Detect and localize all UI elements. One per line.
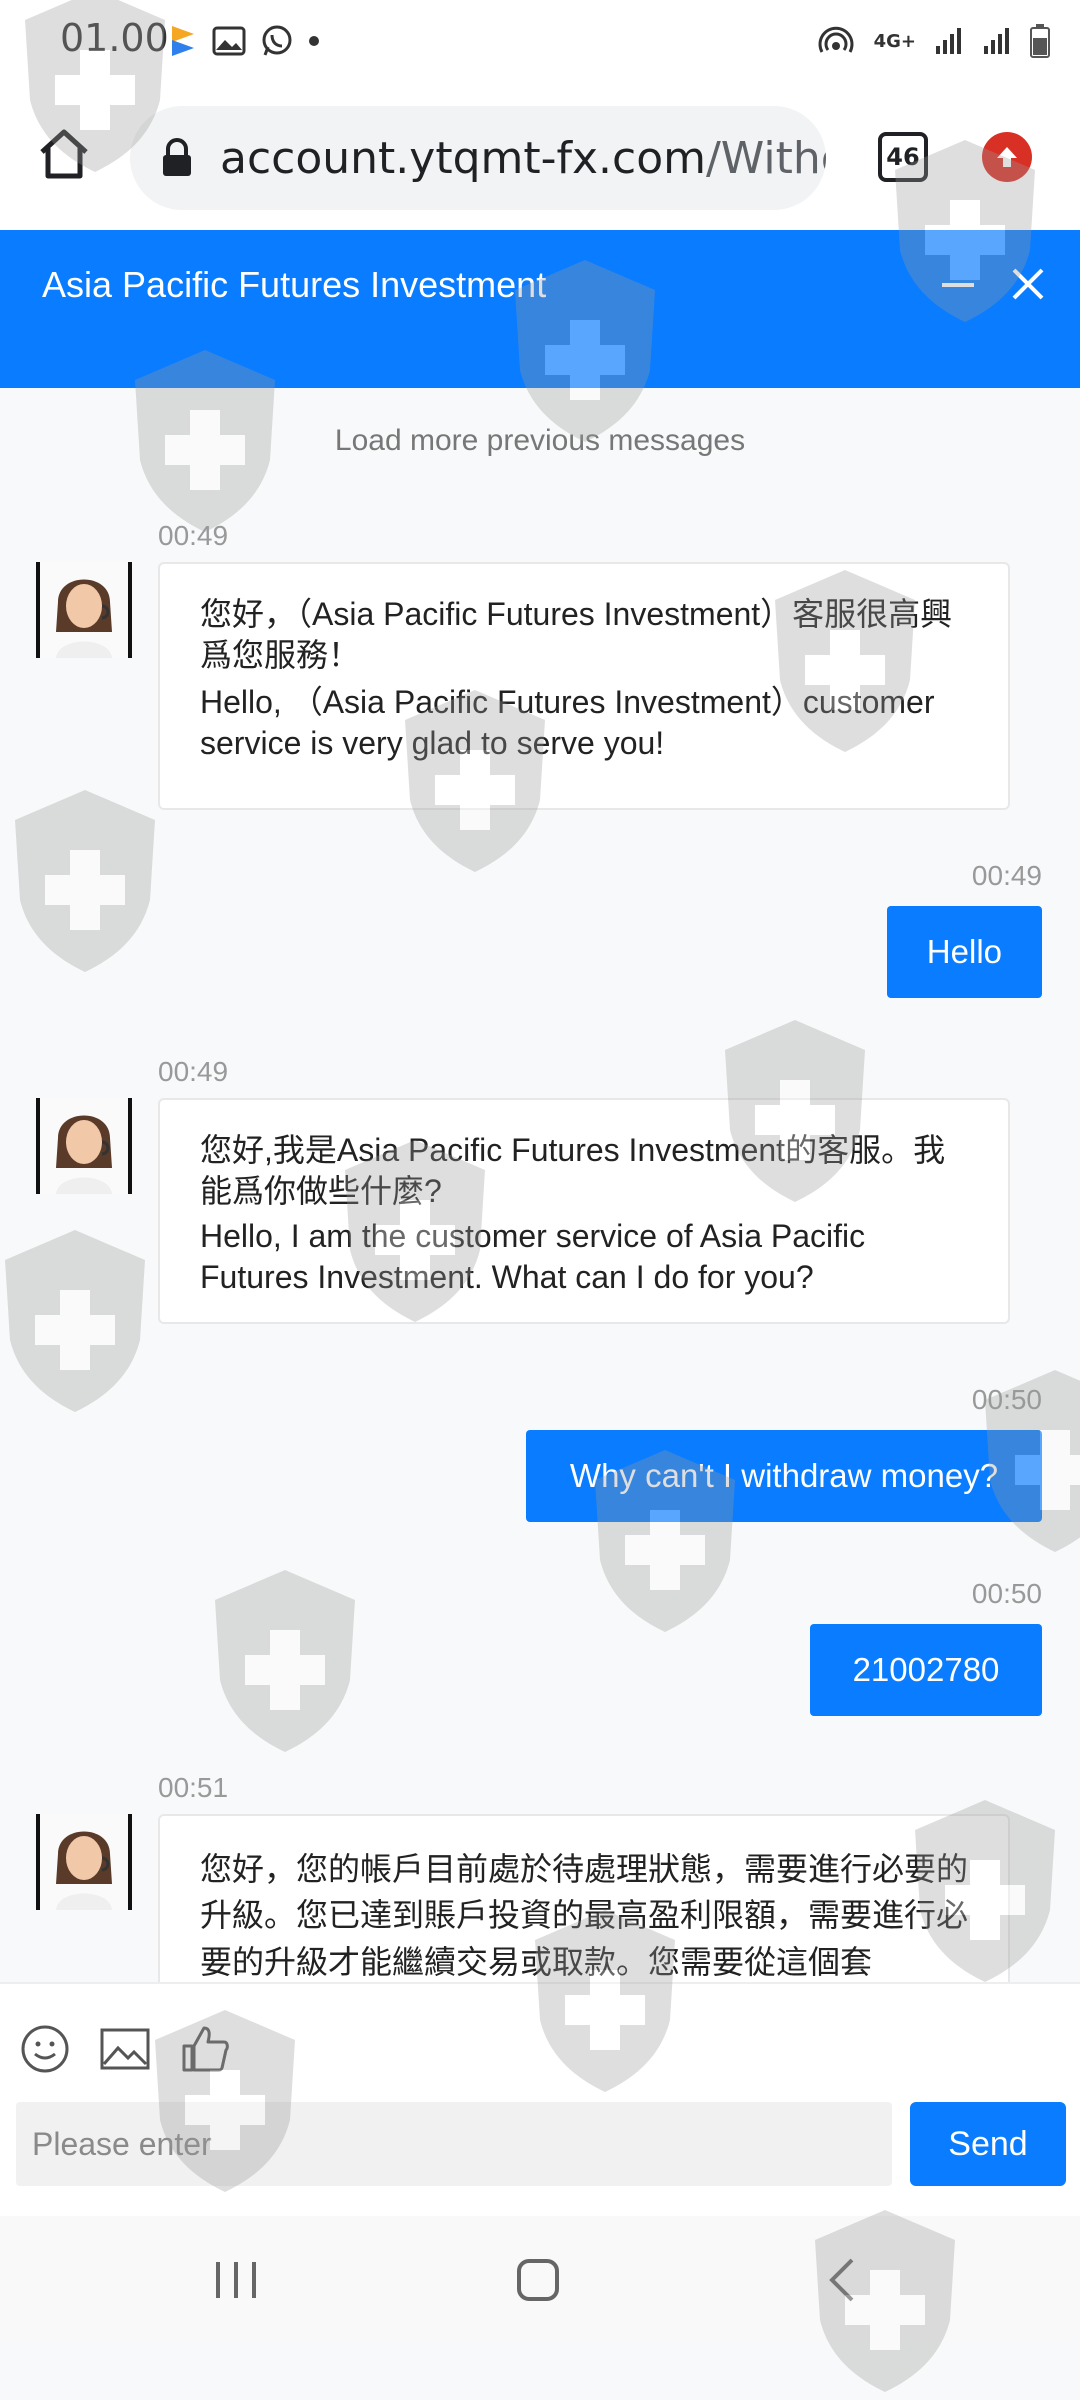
home-nav-icon[interactable] <box>516 2258 560 2302</box>
network-type: 4G+ <box>873 30 916 52</box>
message-time: 00:49 <box>158 1056 229 1087</box>
gallery-icon <box>212 26 246 56</box>
chat-title: Asia Pacific Futures Investment <box>42 264 547 305</box>
tab-switcher-button[interactable]: 46 <box>878 132 928 182</box>
signal-icon-sim2 <box>984 28 1009 54</box>
url-bar[interactable]: account.ytqmt-fx.com/Withd <box>130 106 826 210</box>
url-host: account.ytqmt-fx.com <box>220 132 706 184</box>
image-icon[interactable] <box>100 2024 150 2074</box>
agent-avatar-image <box>40 562 128 658</box>
message-time: 00:49 <box>158 520 229 551</box>
home-icon[interactable] <box>36 126 92 182</box>
user-message-bubble: Hello <box>886 906 1042 998</box>
message-text: Why can't I withdraw money? <box>569 1457 999 1494</box>
update-button[interactable] <box>982 132 1032 182</box>
system-nav-bar <box>0 2216 1080 2340</box>
lock-icon <box>163 138 191 176</box>
message-text: 21002780 <box>852 1651 1000 1688</box>
system-icons: 4G+ <box>816 24 1050 58</box>
hotspot-icon <box>818 26 854 53</box>
user-message-bubble: Why can't I withdraw money? <box>526 1430 1042 1522</box>
message-text-zh: 您好，您的帳戶目前處於待處理狀態，需要進行必要的升級。您已達到賬戶投資的最高盈利… <box>200 1851 969 1980</box>
signal-icon-sim1 <box>936 28 961 54</box>
whatsapp-icon <box>262 25 292 56</box>
browser-toolbar: account.ytqmt-fx.com/Withd 46 <box>0 90 1080 230</box>
message-text-en: Hello, I am the customer service of Asia… <box>200 1217 866 1295</box>
agent-message-bubble: 您好,我是Asia Pacific Futures Investment的客服。… <box>158 1098 1010 1324</box>
notification-icons <box>168 24 320 58</box>
minimize-icon[interactable] <box>940 282 976 318</box>
message-time: 00:50 <box>971 1578 1042 1609</box>
agent-avatar <box>36 1098 132 1194</box>
composer: Send <box>0 1982 1080 2216</box>
arrow-up-icon <box>997 147 1017 167</box>
status-bar: 01.00 4G+ <box>0 0 1080 90</box>
load-more-link[interactable]: Load more previous messages <box>0 424 1080 458</box>
agent-message-bubble: 您好，您的帳戶目前處於待處理狀態，需要進行必要的升級。您已達到賬戶投資的最高盈利… <box>158 1814 1010 1982</box>
chat-header: Asia Pacific Futures Investment <box>0 230 1080 388</box>
more-dot-icon <box>309 36 319 46</box>
agent-avatar-image <box>40 1814 128 1910</box>
url-text: account.ytqmt-fx.com/Withd <box>220 133 826 184</box>
send-button-label: Send <box>948 2124 1028 2163</box>
message-text-zh: 您好，（Asia Pacific Futures Investment）客服很高… <box>200 596 953 673</box>
send-button[interactable]: Send <box>910 2102 1066 2186</box>
recents-icon[interactable] <box>214 2260 258 2300</box>
tab-count: 46 <box>886 143 920 171</box>
close-icon[interactable] <box>1010 266 1046 302</box>
message-text: Hello <box>926 933 1002 970</box>
agent-avatar-image <box>40 1098 128 1194</box>
agent-avatar <box>36 562 132 658</box>
emoji-icon[interactable] <box>20 2024 70 2074</box>
message-input[interactable] <box>16 2102 892 2186</box>
message-time: 00:51 <box>158 1772 229 1803</box>
message-text-en: Hello, （Asia Pacific Futures Investment）… <box>200 683 935 761</box>
battery-icon <box>1030 24 1050 58</box>
message-text-zh: 您好,我是Asia Pacific Futures Investment的客服。… <box>200 1132 946 1209</box>
message-list[interactable]: Load more previous messages 00:49 您好，（As… <box>0 388 1080 1982</box>
message-time: 00:49 <box>971 860 1042 891</box>
back-icon[interactable] <box>826 2256 856 2304</box>
app-notification-icon <box>172 26 194 56</box>
thumbs-up-icon[interactable] <box>180 2024 230 2074</box>
message-time: 00:50 <box>971 1384 1042 1415</box>
agent-avatar <box>36 1814 132 1910</box>
status-time: 01.00 <box>60 16 169 60</box>
url-path: /Withd <box>705 132 826 184</box>
agent-message-bubble: 您好，（Asia Pacific Futures Investment）客服很高… <box>158 562 1010 810</box>
user-message-bubble: 21002780 <box>810 1624 1042 1716</box>
